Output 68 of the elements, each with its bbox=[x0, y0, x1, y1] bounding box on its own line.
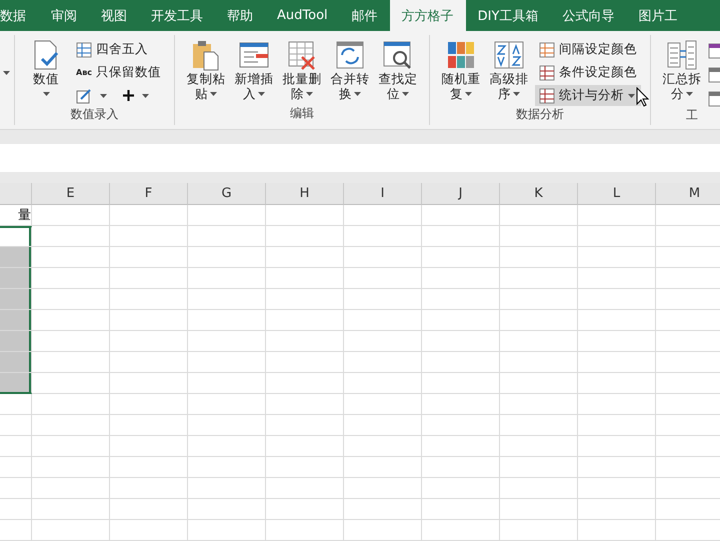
table-icon[interactable] bbox=[708, 43, 720, 59]
grid-icon bbox=[539, 88, 555, 104]
ribbon-tab[interactable]: 图片工 bbox=[626, 0, 690, 31]
ribbon-small-button[interactable]: 统计与分析 bbox=[535, 85, 641, 106]
column-header bbox=[0, 183, 32, 205]
caret-icon[interactable] bbox=[42, 92, 50, 96]
group-label: 编辑 bbox=[289, 105, 315, 122]
column-header[interactable]: F bbox=[110, 183, 188, 205]
ribbon-large-button[interactable]: 高级排 序 bbox=[487, 39, 531, 106]
table-arrows-icon bbox=[334, 39, 366, 71]
column-header[interactable]: L bbox=[578, 183, 656, 205]
column-header[interactable]: I bbox=[344, 183, 422, 205]
ribbon-tab[interactable]: 数据 bbox=[0, 0, 39, 31]
pencil-edit-icon[interactable] bbox=[76, 88, 92, 104]
column-header[interactable]: K bbox=[500, 183, 578, 205]
ribbon-small-button[interactable]: 四舍五入 bbox=[72, 39, 165, 60]
ribbon-tab[interactable]: 开发工具 bbox=[139, 0, 215, 31]
ribbon-tab[interactable]: 帮助 bbox=[215, 0, 265, 31]
plus-icon[interactable] bbox=[123, 90, 134, 101]
column-header[interactable]: J bbox=[422, 183, 500, 205]
ribbon-large-button[interactable]: 查找定 位 bbox=[376, 39, 420, 105]
group-label: 工 bbox=[685, 107, 699, 124]
color-blocks-icon bbox=[445, 39, 477, 71]
ribbon-small-button[interactable]: 条件设定颜色 bbox=[535, 62, 641, 83]
table-cell: 量 bbox=[0, 205, 32, 226]
grid-icon bbox=[539, 42, 555, 58]
caret-icon[interactable] bbox=[142, 94, 149, 98]
ribbon-large-button[interactable]: 新增插 入 bbox=[232, 39, 276, 105]
ribbon-large-button[interactable]: 复制粘 贴 bbox=[184, 39, 228, 105]
ribbon-large-button[interactable]: 合并转 换 bbox=[328, 39, 372, 105]
caret-icon[interactable] bbox=[465, 92, 472, 96]
ribbon-small-button[interactable]: 间隔设定颜色 bbox=[535, 39, 641, 60]
table-icon[interactable] bbox=[708, 67, 720, 83]
caret-icon[interactable] bbox=[3, 71, 10, 75]
ribbon-large-button[interactable]: 汇总拆 分 bbox=[660, 39, 704, 107]
group-label: 数值录入 bbox=[70, 106, 120, 123]
caret-icon[interactable] bbox=[354, 92, 361, 96]
table-delete-icon bbox=[286, 39, 318, 71]
caret-icon[interactable] bbox=[100, 94, 107, 98]
ribbon-tab[interactable]: 公式向导 bbox=[550, 0, 626, 31]
ribbon-small-button[interactable]: Aʙc 只保留数值 bbox=[72, 62, 165, 83]
caret-icon[interactable] bbox=[628, 94, 635, 98]
caret-icon[interactable] bbox=[513, 92, 520, 96]
group-label: 数据分析 bbox=[515, 106, 565, 123]
caret-icon[interactable] bbox=[306, 92, 313, 96]
ribbon-tab[interactable]: 审阅 bbox=[39, 0, 89, 31]
ribbon-tab[interactable]: AudTool bbox=[265, 0, 340, 31]
ribbon-tab[interactable]: 方方格子 bbox=[390, 0, 466, 31]
column-header[interactable]: M bbox=[656, 183, 720, 205]
grid-icon bbox=[76, 42, 92, 58]
grid-icon bbox=[539, 64, 555, 80]
ribbon-tab[interactable]: DIY工具箱 bbox=[466, 0, 550, 31]
ribbon-large-button[interactable]: 批量删 除 bbox=[280, 39, 324, 105]
table-icon[interactable] bbox=[708, 91, 720, 107]
caret-icon[interactable] bbox=[210, 92, 217, 96]
list-merge-icon bbox=[666, 39, 698, 71]
ribbon-large-button[interactable]: 数值 bbox=[24, 39, 68, 106]
sort-az-icon bbox=[493, 39, 525, 71]
caret-icon[interactable] bbox=[402, 92, 409, 96]
column-header[interactable]: E bbox=[32, 183, 110, 205]
ribbon-tab[interactable]: 邮件 bbox=[340, 0, 390, 31]
caret-icon[interactable] bbox=[686, 92, 693, 96]
mouse-cursor-icon bbox=[636, 87, 650, 107]
column-header[interactable]: H bbox=[266, 183, 344, 205]
column-header[interactable]: G bbox=[188, 183, 266, 205]
ribbon-tab[interactable]: 视图 bbox=[89, 0, 139, 31]
ribbon-large-button[interactable]: 随机重 复 bbox=[439, 39, 483, 106]
caret-icon[interactable] bbox=[258, 92, 265, 96]
